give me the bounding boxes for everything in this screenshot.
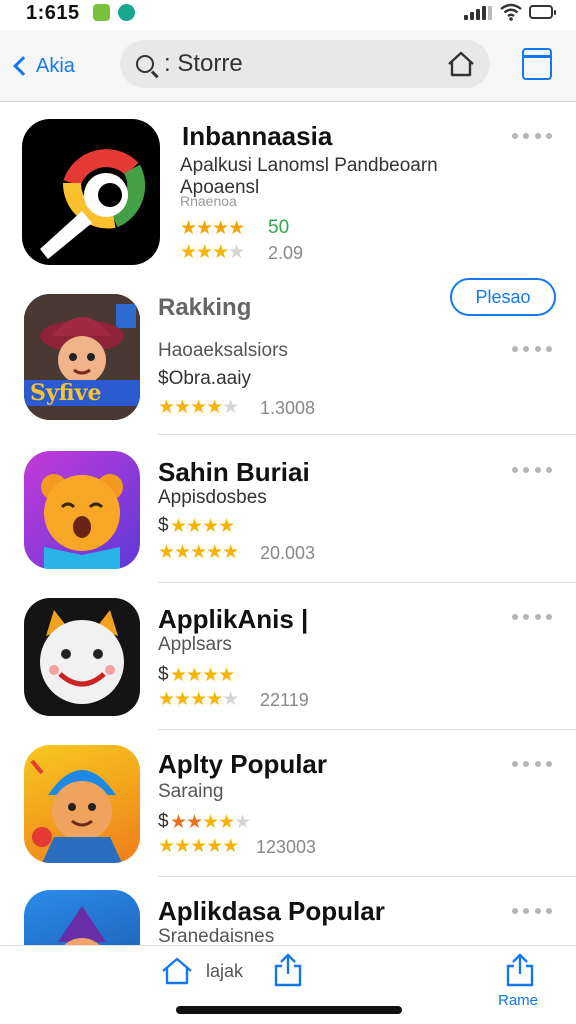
list-item[interactable]: Aplty Popular Saraing $ ★★★★★ ★★★★★ 1230… <box>0 731 576 877</box>
app-title: Rakking <box>158 294 252 321</box>
more-options-button[interactable] <box>512 761 552 769</box>
get-button[interactable]: Plesao <box>450 278 556 316</box>
app-title: Sahin Buriai <box>158 457 310 487</box>
app-price: $ <box>158 515 169 536</box>
rating-count: 123003 <box>256 837 317 857</box>
battery-icon <box>529 5 556 19</box>
star-rating: ★★★★ <box>170 516 235 537</box>
notification-app-icon <box>118 4 135 21</box>
more-options-button[interactable] <box>512 346 552 354</box>
share-icon[interactable] <box>272 952 304 988</box>
star-rating: ★★★★★ <box>158 397 239 418</box>
app-icon <box>24 745 140 863</box>
share-label[interactable]: Rame <box>498 992 538 1009</box>
more-options-button[interactable] <box>512 467 552 475</box>
share-icon[interactable] <box>504 952 536 988</box>
chevron-left-icon <box>13 56 33 76</box>
signal-icon <box>464 6 492 20</box>
app-subtitle: Saraing <box>158 781 224 802</box>
home-icon[interactable] <box>160 956 194 986</box>
rating-count: 2.09 <box>268 243 304 263</box>
star-rating: ★★★★ <box>180 218 245 239</box>
app-subtitle: Applsars <box>158 634 232 655</box>
app-title: Inbannaasia <box>182 121 333 151</box>
star-rating: ★★★★★ <box>170 812 251 833</box>
app-price: $Obra.aaiy <box>158 368 251 389</box>
back-button[interactable]: Akia <box>10 48 75 84</box>
app-subtitle: Apalkusi Lanomsl Pandbeoarn <box>180 155 438 176</box>
list-item[interactable]: Syfive Rakking Plesao Haoaeksalsiors $Ob… <box>0 278 576 436</box>
top-nav-bar: Akia : Storre <box>0 30 576 102</box>
list-item[interactable]: Sahin Buriai Appisdosbes $ ★★★★ ★★★★★ 20… <box>0 437 576 583</box>
wifi-icon <box>500 3 522 21</box>
app-note: Rnaenoa <box>180 193 237 209</box>
star-rating: ★★★★ <box>180 242 245 263</box>
rating-count: 20.003 <box>260 543 316 563</box>
app-icon: Syfive <box>24 294 140 420</box>
app-title: Aplty Popular <box>158 749 328 779</box>
divider <box>158 582 576 583</box>
notification-app-icon <box>93 4 110 21</box>
home-indicator <box>176 1006 402 1014</box>
toolbar-label[interactable]: lajak <box>206 961 243 982</box>
star-rating: ★★★★★ <box>158 689 239 710</box>
app-title: Aplikdasa Popular <box>158 896 385 926</box>
app-subtitle: Appisdosbes <box>158 487 267 508</box>
search-text: : Storre <box>164 50 243 77</box>
app-subtitle: Sranedaisnes <box>158 926 275 945</box>
app-subtitle: Haoaeksalsiors <box>158 340 288 361</box>
more-options-button[interactable] <box>512 614 552 622</box>
list-item[interactable]: Aplikdasa Popular Sranedaisnes <box>0 878 576 945</box>
app-title: ApplikAnis | <box>158 604 309 634</box>
app-price: $ <box>158 664 169 685</box>
rating-value: 50 <box>268 217 290 238</box>
list-item[interactable]: ApplikAnis | Applsars $ ★★★★ ★★★★★ 22119 <box>0 584 576 730</box>
more-options-button[interactable] <box>512 908 552 916</box>
search-bar[interactable]: : Storre <box>120 40 490 88</box>
app-price: $ <box>158 811 169 832</box>
divider <box>158 434 576 435</box>
back-label: Akia <box>36 54 75 77</box>
app-icon <box>24 451 140 569</box>
tabs-button[interactable] <box>522 48 552 80</box>
app-icon <box>22 119 160 265</box>
clock: 1:615 <box>26 2 80 24</box>
divider <box>158 729 576 730</box>
home-icon[interactable] <box>446 50 476 78</box>
app-icon <box>24 890 140 945</box>
star-rating: ★★★★★ <box>158 542 239 563</box>
more-options-button[interactable] <box>512 133 552 141</box>
rating-count: 1.3008 <box>260 398 316 418</box>
rating-count: 22119 <box>260 690 309 710</box>
divider <box>158 876 576 877</box>
search-icon <box>136 55 154 73</box>
star-rating: ★★★★ <box>170 665 235 686</box>
status-bar: 1:615 <box>0 0 576 30</box>
list-item[interactable]: Inbannaasia Apalkusi Lanomsl Pandbeoarn … <box>0 103 576 275</box>
app-icon <box>24 598 140 716</box>
svg-text:Syfive: Syfive <box>30 380 101 406</box>
star-rating: ★★★★★ <box>158 836 239 857</box>
